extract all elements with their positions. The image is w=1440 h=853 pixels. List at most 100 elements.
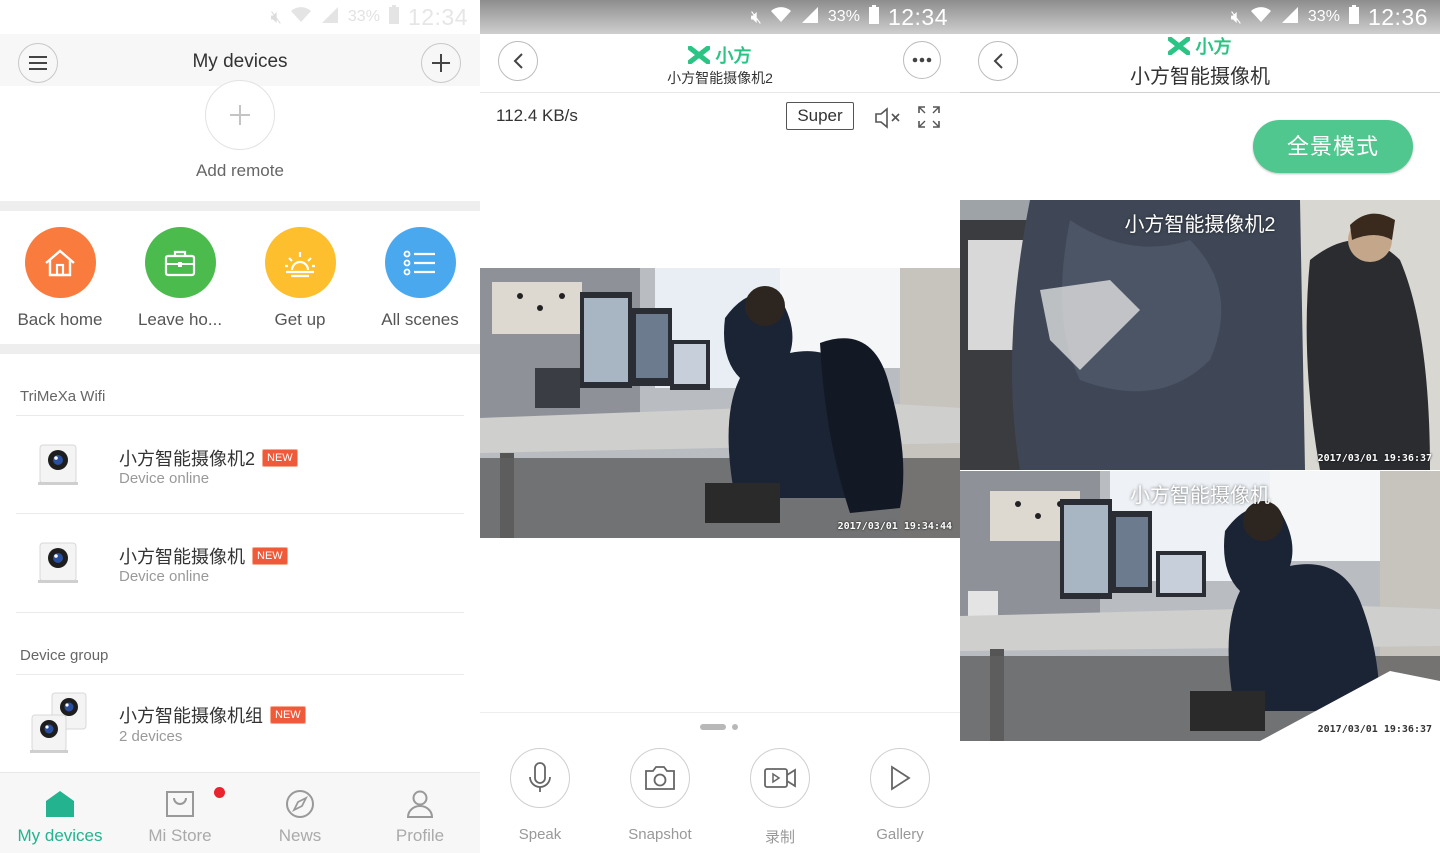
brand-mark-icon: [1167, 36, 1191, 56]
signal-icon: [320, 6, 340, 29]
nav-label: My devices: [17, 826, 103, 845]
group-header: 小方 小方智能摄像机: [960, 34, 1440, 93]
feed-label: 小方智能摄像机: [1130, 485, 1270, 507]
store-bag-icon: [166, 791, 194, 817]
sunrise-icon: [285, 251, 315, 277]
play-icon: [891, 765, 911, 791]
stream-speed: 112.4 KB/s: [496, 106, 578, 125]
device-name-text: 小方智能摄像机: [119, 547, 245, 567]
wifi-icon: [770, 6, 792, 29]
page-indicator-dot: [732, 724, 738, 730]
device-group-row[interactable]: 小方智能摄像机组 NEW 2 devices: [0, 675, 480, 773]
feed-timestamp: 2017/03/01 19:36:37: [1317, 453, 1432, 464]
battery-level: 33%: [347, 8, 380, 25]
fullscreen-icon[interactable]: [917, 105, 941, 129]
plus-icon: [432, 54, 450, 72]
scene-back-home[interactable]: Back home: [0, 227, 120, 330]
scene-label: All scenes: [381, 310, 459, 329]
clock: 12:34: [407, 3, 468, 30]
add-remote-button[interactable]: [205, 80, 275, 150]
control-label: Speak: [518, 826, 562, 843]
camera-feed-2[interactable]: 小方智能摄像机 2017/03/01 19:36:37: [960, 471, 1440, 741]
record-button[interactable]: 录制: [720, 748, 840, 847]
feed-timestamp: 2017/03/01 19:36:37: [1317, 724, 1432, 735]
mute-speaker-icon[interactable]: [874, 107, 902, 129]
clock: 12:36: [1367, 3, 1428, 30]
speak-button[interactable]: Speak: [480, 748, 600, 843]
device-name: 小方智能摄像机组 NEW: [119, 702, 306, 728]
signal-icon: [800, 6, 820, 29]
group-section-title: Device group: [20, 647, 109, 664]
mute-icon: 🔇︎: [1230, 6, 1242, 27]
brand-logo: 小方: [480, 42, 960, 68]
device-row-camera[interactable]: 小方智能摄像机 NEW Device online: [0, 514, 480, 612]
home-filled-icon: [46, 791, 74, 817]
compass-icon: [286, 790, 314, 818]
scene-get-up[interactable]: Get up: [240, 227, 360, 330]
wifi-section-title: TriMeXa Wifi: [20, 388, 106, 405]
snapshot-button[interactable]: Snapshot: [600, 748, 720, 843]
device-name: 小方智能摄像机2 NEW: [119, 445, 298, 471]
device-row-camera-2[interactable]: 小方智能摄像机2 NEW Device online: [0, 416, 480, 514]
feed-label: 小方智能摄像机2: [1124, 214, 1276, 236]
brand-text: 小方: [715, 46, 752, 66]
scene-all-scenes[interactable]: All scenes: [360, 227, 480, 330]
live-video-feed[interactable]: 2017/03/01 19:34:44: [480, 268, 960, 538]
nav-label: Mi Store: [148, 826, 212, 845]
new-badge: NEW: [252, 547, 288, 565]
nav-profile[interactable]: Profile: [360, 773, 480, 853]
new-badge: NEW: [270, 706, 306, 724]
control-label: Gallery: [876, 826, 924, 843]
brand-logo: 小方: [960, 33, 1440, 59]
nav-my-devices[interactable]: My devices: [0, 773, 120, 853]
quality-button[interactable]: Super: [786, 102, 854, 130]
camera-device-icon: [38, 542, 78, 583]
camera-icon: [645, 766, 675, 790]
status-bar: 🔇︎ 33% 12:34: [480, 0, 960, 34]
status-bar: 🔇︎ 33% 12:36: [960, 0, 1440, 34]
battery-level: 33%: [827, 8, 860, 25]
page-title: My devices: [192, 51, 288, 72]
notification-dot: [214, 787, 225, 798]
camera-group-screen: 🔇︎ 33% 12:36 小方 小方智能摄像机 全景模式 小方智能摄像机2 20…: [960, 0, 1440, 853]
devices-header: My devices: [0, 34, 480, 86]
person-icon: [406, 790, 434, 818]
brand-mark-icon: [687, 45, 711, 65]
nav-news[interactable]: News: [240, 773, 360, 853]
video-record-icon: [764, 768, 796, 788]
mute-icon: 🔇︎: [270, 6, 282, 27]
bottom-nav: My devices Mi Store News Profile: [0, 772, 480, 853]
camera-feed-1[interactable]: 小方智能摄像机2 2017/03/01 19:36:37: [960, 200, 1440, 470]
group-title: 小方智能摄像机: [1130, 66, 1270, 88]
status-bar: 🔇︎ 33% 12:34: [0, 0, 480, 34]
scene-label: Leave ho...: [137, 310, 223, 329]
battery-icon: [1348, 4, 1360, 30]
scene-leave-home[interactable]: Leave ho...: [120, 227, 240, 330]
device-name: 小方智能摄像机 NEW: [119, 543, 288, 569]
panorama-mode-button[interactable]: 全景模式: [1253, 120, 1413, 173]
office-scene-image: [480, 268, 960, 538]
device-status: 2 devices: [119, 728, 183, 745]
nav-label: Profile: [395, 826, 445, 845]
microphone-icon: [529, 762, 551, 792]
signal-icon: [1280, 6, 1300, 29]
add-remote-section: Add remote: [0, 80, 480, 201]
video-timestamp: 2017/03/01 19:34:44: [837, 521, 952, 532]
gallery-button[interactable]: Gallery: [840, 748, 960, 843]
new-badge: NEW: [262, 449, 298, 467]
camera-live-screen: 🔇︎ 33% 12:34 小方 小方智能摄像机2 112.4 KB/s Supe…: [480, 0, 960, 853]
scene-label: Back home: [17, 310, 103, 329]
nav-mi-store[interactable]: Mi Store: [120, 773, 240, 853]
battery-icon: [388, 4, 400, 30]
plus-icon: [230, 105, 250, 125]
list-icon: [403, 250, 435, 275]
nav-label: News: [278, 826, 322, 845]
battery-level: 33%: [1307, 8, 1340, 25]
more-button[interactable]: [903, 41, 941, 79]
control-circle: [510, 748, 570, 808]
device-status: Device online: [119, 568, 210, 585]
home-icon: [45, 248, 75, 276]
scene-circle: [384, 227, 456, 298]
add-device-button[interactable]: [421, 43, 461, 83]
device-name-text: 小方智能摄像机2: [119, 449, 256, 469]
